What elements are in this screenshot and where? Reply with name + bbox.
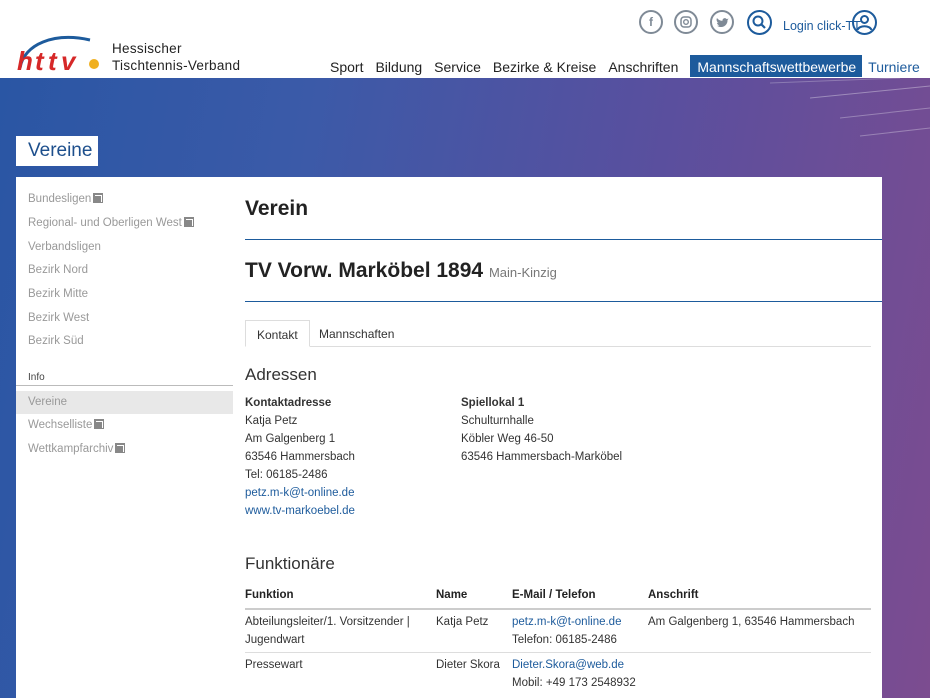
club-region: Main-Kinzig [488, 265, 557, 280]
page-title: Verein [245, 197, 309, 220]
twitter-icon[interactable] [710, 10, 734, 34]
user-icon[interactable] [852, 10, 877, 35]
tab-kontakt[interactable]: Kontakt [245, 320, 310, 347]
sidebar-item-vereine[interactable]: Vereine [28, 396, 67, 408]
addresses-heading: Adressen [245, 365, 317, 384]
table-row-function: Abteilungsleiter/1. Vorsitzender | Jugen… [245, 613, 410, 649]
table-row-divider [245, 652, 871, 653]
title-rule [245, 239, 882, 240]
main-nav: Sport Bildung Service Bezirke & Kreise A… [324, 55, 926, 77]
official-email-link[interactable]: petz.m-k@t-online.de [512, 613, 621, 631]
section-title: Vereine [16, 136, 98, 166]
contact-street: Am Galgenberg 1 [245, 433, 336, 445]
venue-city: 63546 Hammersbach-Marköbel [461, 451, 623, 463]
nav-mannschaftswettbewerbe[interactable]: Mannschaftswettbewerbe [690, 55, 863, 77]
venue-name: Schulturnhalle [461, 415, 534, 427]
site-header: h t t v Hessischer Tischtennis-Verband f… [0, 0, 930, 78]
brand-name[interactable]: Hessischer Tischtennis-Verband [112, 40, 240, 74]
sidebar-item-verbandsligen[interactable]: Verbandsligen [28, 241, 101, 253]
content-card: Bundesligen Regional- und Oberligen West… [16, 177, 882, 698]
contact-address: Kontaktadresse Katja Petz Am Galgenberg … [245, 394, 355, 520]
search-button[interactable] [747, 10, 772, 35]
sidebar-item-regional-oberligen[interactable]: Regional- und Oberligen West [28, 217, 194, 229]
official-email-link[interactable]: Dieter.Skora@web.de [512, 656, 636, 674]
nav-bildung[interactable]: Bildung [369, 55, 428, 77]
table-row-function: Pressewart [245, 659, 303, 671]
facebook-icon[interactable]: f [639, 10, 663, 34]
brand-line2: Tischtennis-Verband [112, 58, 241, 73]
svg-text:t: t [35, 46, 45, 74]
nav-bezirke-kreise[interactable]: Bezirke & Kreise [487, 55, 602, 77]
contact-website-link[interactable]: www.tv-markoebel.de [245, 502, 355, 520]
contact-title: Kontaktadresse [245, 397, 332, 409]
external-link-icon [93, 193, 104, 203]
sidebar-item-label: Wechselliste [28, 419, 93, 431]
sidebar-item-bezirk-west[interactable]: Bezirk West [28, 312, 89, 324]
contact-phone: Tel: 06185-2486 [245, 469, 328, 481]
contact-name: Katja Petz [245, 415, 298, 427]
club-name: TV Vorw. Marköbel 1894 Main-Kinzig [245, 259, 557, 283]
svg-text:t: t [48, 46, 58, 74]
nav-sport[interactable]: Sport [324, 55, 369, 77]
sidebar-item-label: Bundesligen [28, 193, 92, 205]
sidebar-item-wettkampfarchiv[interactable]: Wettkampfarchiv [28, 443, 126, 455]
sidebar-item-bezirk-sued[interactable]: Bezirk Süd [28, 335, 84, 347]
col-header-email-telefon: E-Mail / Telefon [512, 589, 596, 601]
svg-text:v: v [61, 46, 77, 74]
sidebar-category-info: Info [28, 372, 45, 383]
sidebar-item-bezirk-nord[interactable]: Bezirk Nord [28, 264, 88, 276]
svg-text:h: h [17, 46, 33, 74]
nav-anschriften[interactable]: Anschriften [602, 55, 684, 77]
col-header-anschrift: Anschrift [648, 589, 699, 601]
sidebar-item-bundesligen[interactable]: Bundesligen [28, 193, 104, 205]
table-row-address: Am Galgenberg 1, 63546 Hammersbach [648, 616, 855, 628]
sidebar-item-bezirk-mitte[interactable]: Bezirk Mitte [28, 288, 88, 300]
official-phone: Telefon: 06185-2486 [512, 634, 617, 646]
officials-heading: Funktionäre [245, 554, 335, 573]
official-phone: Mobil: +49 173 2548932 [512, 677, 636, 689]
function-line1: Abteilungsleiter/1. Vorsitzender | [245, 616, 410, 628]
club-name-text: TV Vorw. Marköbel 1894 [245, 259, 484, 282]
table-row-contact: petz.m-k@t-online.de Telefon: 06185-2486 [512, 613, 621, 649]
col-header-name: Name [436, 589, 468, 601]
tab-mannschaften[interactable]: Mannschaften [308, 320, 405, 347]
contact-city: 63546 Hammersbach [245, 451, 355, 463]
table-row-name: Dieter Skora [436, 659, 500, 671]
col-header-funktion: Funktion [245, 589, 294, 601]
banner-decoration [769, 78, 930, 137]
external-link-icon [183, 217, 194, 227]
club-rule [245, 301, 882, 302]
sidebar-item-label: Wettkampfarchiv [28, 443, 114, 455]
sidebar-divider [16, 385, 233, 386]
table-header-rule [245, 608, 871, 610]
sidebar-item-wechselliste[interactable]: Wechselliste [28, 419, 105, 431]
httv-logo[interactable]: h t t v [14, 30, 104, 74]
table-row-contact: Dieter.Skora@web.de Mobil: +49 173 25489… [512, 656, 636, 692]
venue-street: Köbler Weg 46-50 [461, 433, 554, 445]
nav-turniere[interactable]: Turniere [862, 55, 926, 77]
external-link-icon [94, 419, 105, 429]
search-icon [752, 15, 766, 29]
contact-email-link[interactable]: petz.m-k@t-online.de [245, 484, 355, 502]
function-line2: Jugendwart [245, 634, 305, 646]
venue-address: Spiellokal 1 Schulturnhalle Köbler Weg 4… [461, 394, 622, 466]
brand-line1: Hessischer [112, 41, 182, 56]
table-row-name: Katja Petz [436, 616, 489, 628]
login-link[interactable]: Login click-TT [783, 19, 861, 33]
sidebar-item-label: Regional- und Oberligen West [28, 217, 182, 229]
venue-title: Spiellokal 1 [461, 397, 525, 409]
nav-service[interactable]: Service [428, 55, 487, 77]
instagram-icon[interactable] [674, 10, 698, 34]
external-link-icon [115, 443, 126, 453]
